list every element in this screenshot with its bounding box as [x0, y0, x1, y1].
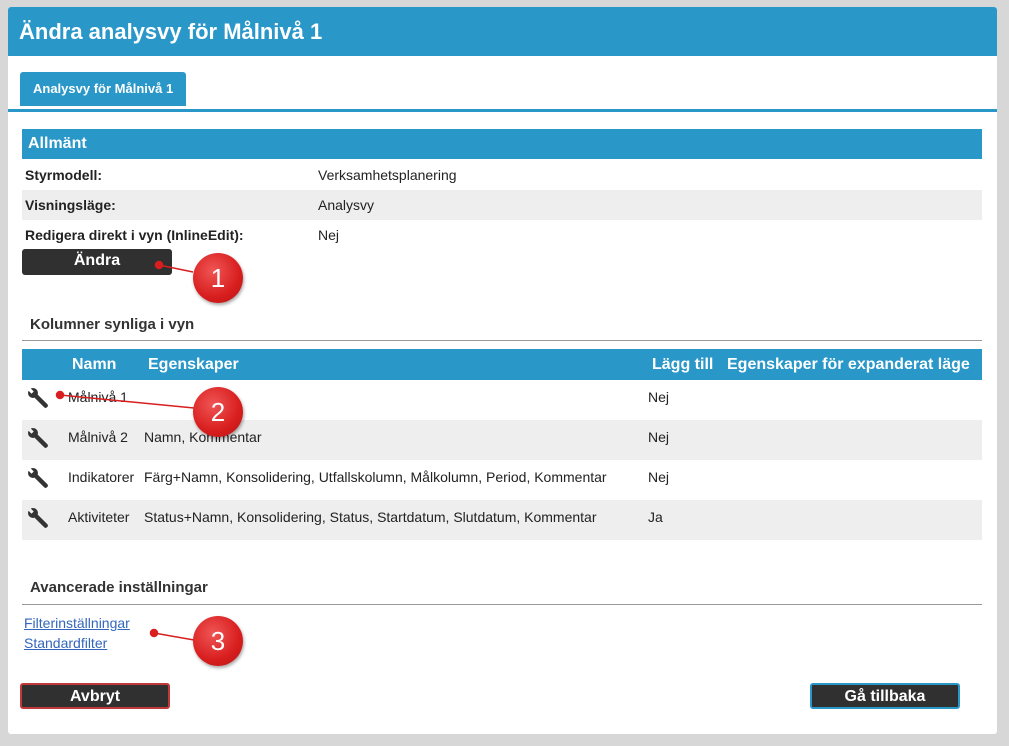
row-add: Ja [648, 509, 663, 525]
table-row: Målnivå 2 Namn, Kommentar Nej [22, 420, 982, 460]
columns-heading: Kolumner synliga i vyn [30, 316, 195, 333]
info-row-styrmodell: Styrmodell: Verksamhetsplanering [22, 160, 982, 190]
tab-bar: Analysvy för Målnivå 1 [8, 72, 997, 112]
dialog-title: Ändra analysvy för Målnivå 1 [8, 7, 997, 56]
row-add: Nej [648, 389, 670, 405]
row-properties: Status+Namn, Konsolidering, Status, Star… [144, 509, 597, 525]
info-label: Redigera direkt i vyn (InlineEdit): [25, 227, 244, 243]
info-row-visningslage: Visningsläge: Analysvy [22, 190, 982, 220]
info-value: Verksamhetsplanering [318, 167, 457, 183]
wrench-icon[interactable] [24, 466, 54, 492]
wrench-icon[interactable] [24, 506, 54, 532]
cancel-button[interactable]: Avbryt [20, 683, 170, 709]
info-value: Nej [318, 227, 340, 243]
row-add: Nej [648, 469, 670, 485]
table-row: Indikatorer Färg+Namn, Konsolidering, Ut… [22, 460, 982, 500]
row-name: Aktiviteter [68, 509, 130, 525]
row-name: Indikatorer [68, 469, 135, 485]
divider [22, 604, 982, 605]
callout-badge-1: 1 [193, 253, 243, 303]
info-label: Styrmodell: [25, 167, 103, 183]
table-header: Namn Egenskaper Lägg till Egenskaper för… [22, 349, 982, 380]
column-header-add: Lägg till [652, 356, 714, 373]
info-value: Analysvy [318, 197, 375, 213]
column-header-properties: Egenskaper [148, 356, 239, 373]
filter-settings-link[interactable]: Filterinställningar [24, 615, 130, 631]
table-row: Aktiviteter Status+Namn, Konsolidering, … [22, 500, 982, 540]
row-name: Målnivå 2 [68, 429, 128, 445]
edit-analysis-view-dialog: Ändra analysvy för Målnivå 1 Analysvy fö… [8, 7, 997, 734]
callout-badge-2: 2 [193, 387, 243, 437]
row-name: Målnivå 1 [68, 389, 128, 405]
wrench-icon[interactable] [24, 386, 54, 412]
info-label: Visningsläge: [25, 197, 116, 213]
default-filter-link[interactable]: Standardfilter [24, 635, 107, 651]
back-button[interactable]: Gå tillbaka [810, 683, 960, 709]
wrench-icon[interactable] [24, 426, 54, 452]
callout-badge-3: 3 [193, 616, 243, 666]
tab-analysis-view[interactable]: Analysvy för Målnivå 1 [20, 72, 187, 106]
columns-table: Namn Egenskaper Lägg till Egenskaper för… [22, 349, 982, 540]
table-row: Målnivå 1 Nej [22, 380, 982, 420]
column-header-name: Namn [72, 356, 117, 373]
row-properties: Färg+Namn, Konsolidering, Utfallskolumn,… [144, 469, 607, 485]
divider [22, 340, 982, 341]
advanced-heading: Avancerade inställningar [30, 579, 208, 596]
section-general-header: Allmänt [22, 129, 982, 159]
row-add: Nej [648, 429, 670, 445]
column-header-expanded: Egenskaper för expanderat läge [727, 356, 970, 373]
info-row-inline-edit: Redigera direkt i vyn (InlineEdit): Nej [22, 220, 982, 250]
edit-button[interactable]: Ändra [22, 249, 172, 275]
